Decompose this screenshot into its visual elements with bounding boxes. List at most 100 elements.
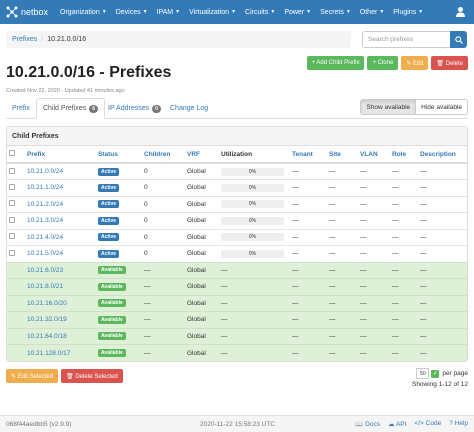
nav-power[interactable]: Power ▼ <box>284 9 311 16</box>
col-site[interactable]: Site <box>327 146 358 164</box>
nav-virtualization[interactable]: Virtualization ▼ <box>189 9 236 16</box>
show-available-button[interactable]: Show available <box>360 99 417 115</box>
row-checkbox[interactable] <box>9 233 15 240</box>
col-description[interactable]: Description <box>418 146 467 164</box>
row-checkbox[interactable] <box>9 200 15 207</box>
edit-selected-button[interactable]: ✎ Edit Selected <box>6 369 59 383</box>
delete-button[interactable]: 🗑 Delete <box>431 56 468 70</box>
delete-selected-button[interactable]: 🗑 Delete Selected <box>61 369 123 383</box>
prefix-link[interactable]: 10.21.6.0/23 <box>27 267 63 274</box>
col-vrf[interactable]: VRF <box>185 146 219 164</box>
nav-label: Devices <box>115 8 141 16</box>
clone-button[interactable]: + Clone <box>367 56 399 70</box>
footer-version: 068f44aedbb5 (v2.9.9) <box>6 420 72 428</box>
table-row: 10.21.1.0/24 Active 0 Global 0% — — — — — <box>7 179 467 196</box>
search-button[interactable] <box>450 31 467 48</box>
caret-down-icon: ▼ <box>345 9 351 15</box>
search-input[interactable] <box>362 31 450 48</box>
tenant-cell: — <box>290 162 327 180</box>
prefix-link[interactable]: 10.21.3.0/24 <box>27 217 63 224</box>
select-all-checkbox[interactable] <box>9 150 15 156</box>
hide-available-button[interactable]: Hide available <box>416 99 468 115</box>
col-status[interactable]: Status <box>96 146 142 164</box>
breadcrumb-separator: / <box>41 36 44 43</box>
col-children[interactable]: Children <box>142 146 185 164</box>
tab-ip-addresses[interactable]: IP Addresses 0 <box>102 98 167 119</box>
edit-button[interactable]: ✎ Edit <box>401 56 429 70</box>
status-cell: Available <box>96 327 142 345</box>
footer-api-link[interactable]: ☁ API <box>388 420 406 428</box>
footer-links: 📖 Docs ☁ API </> Code ? Help <box>355 420 468 428</box>
row-checkbox[interactable] <box>9 249 15 256</box>
nav-label: Circuits <box>245 8 269 16</box>
prefix-link[interactable]: 10.21.8.0/21 <box>27 283 63 290</box>
prefix-cell: 10.21.16.0/20 <box>25 294 96 312</box>
tab-prefix[interactable]: Prefix <box>6 98 36 119</box>
footer-docs-link[interactable]: 📖 Docs <box>355 420 380 428</box>
tenant-cell: — <box>290 261 327 279</box>
nav-secrets[interactable]: Secrets ▼ <box>320 9 351 16</box>
tab-label: Change Log <box>170 105 209 112</box>
nav-other[interactable]: Other ▼ <box>360 9 384 16</box>
row-checkbox[interactable] <box>9 183 15 190</box>
col-tenant[interactable]: Tenant <box>290 146 327 164</box>
user-icon[interactable] <box>455 6 466 17</box>
prefix-link[interactable]: 10.21.1.0/24 <box>27 184 63 191</box>
table-row: 10.21.16.0/20 Available — Global — — — — — — <box>7 294 467 312</box>
top-navbar: netbox Organization ▼ Devices ▼ IPAM ▼ Virt… <box>0 0 474 24</box>
available-toggle: Show available Hide available <box>360 99 468 115</box>
children-cell: 0 <box>142 228 185 246</box>
col-prefix[interactable]: Prefix <box>25 146 96 164</box>
row-checkbox[interactable] <box>9 216 15 223</box>
col-role[interactable]: Role <box>390 146 418 164</box>
status-badge: Active <box>98 200 120 209</box>
brand-logo[interactable]: netbox <box>6 6 48 18</box>
per-page-label: per page <box>442 370 468 377</box>
status-badge: Available <box>98 332 126 341</box>
description-cell: — <box>418 179 467 196</box>
status-badge: Available <box>98 299 126 308</box>
per-page-select[interactable]: 50 <box>416 368 430 379</box>
prefix-link[interactable]: 10.21.2.0/24 <box>27 201 63 208</box>
nav-circuits[interactable]: Circuits ▼ <box>245 9 275 16</box>
children-cell: 0 <box>142 179 185 196</box>
prefix-link[interactable]: 10.21.32.0/19 <box>27 316 67 323</box>
description-cell: — <box>418 327 467 345</box>
book-icon: 📖 <box>355 421 364 428</box>
status-cell: Active <box>96 162 142 180</box>
footer-help-link[interactable]: ? Help <box>449 420 468 428</box>
tab-change-log[interactable]: Change Log <box>164 98 214 119</box>
page-title: 10.21.0.0/16 - Prefixes <box>6 64 172 81</box>
utilization-cell: — <box>219 261 290 279</box>
prefix-link[interactable]: 10.21.0.0/24 <box>27 168 63 175</box>
table-row: 10.21.2.0/24 Active 0 Global 0% — — — — — <box>7 195 467 213</box>
vrf-cell: Global <box>185 344 219 361</box>
status-cell: Available <box>96 344 142 361</box>
role-cell: — <box>390 195 418 213</box>
prefix-link[interactable]: 10.21.16.0/20 <box>27 300 67 307</box>
caret-down-icon: ▼ <box>175 9 181 15</box>
prefix-link[interactable]: 10.21.128.0/17 <box>27 350 70 357</box>
caret-down-icon: ▼ <box>270 9 276 15</box>
breadcrumb-prefixes-link[interactable]: Prefixes <box>12 36 37 43</box>
site-cell: — <box>327 327 358 345</box>
footer-code-link[interactable]: </> Code <box>414 420 441 428</box>
nav-ipam[interactable]: IPAM ▼ <box>157 9 181 16</box>
prefix-link[interactable]: 10.21.5.0/24 <box>27 250 63 257</box>
row-checkbox[interactable] <box>9 167 15 174</box>
link-label: Docs <box>365 421 380 428</box>
add-child-prefix-button[interactable]: + Add Child Prefix <box>306 56 365 70</box>
nav-organization[interactable]: Organization ▼ <box>60 9 107 16</box>
child-prefixes-panel: Child Prefixes Prefix Status Children VR… <box>6 126 468 362</box>
status-badge: Available <box>98 315 126 324</box>
prefix-link[interactable]: 10.21.4.0/24 <box>27 234 63 241</box>
per-page-apply-icon[interactable]: ✓ <box>431 369 440 378</box>
tab-child-prefixes[interactable]: Child Prefixes 6 <box>36 98 105 119</box>
prefix-link[interactable]: 10.21.64.0/18 <box>27 333 67 340</box>
col-vlan[interactable]: VLAN <box>358 146 390 164</box>
panel-title: Child Prefixes <box>7 127 467 146</box>
tenant-cell: — <box>290 311 327 328</box>
nav-plugins[interactable]: Plugins ▼ <box>393 9 423 16</box>
nav-devices[interactable]: Devices ▼ <box>116 9 148 16</box>
role-cell: — <box>390 278 418 295</box>
